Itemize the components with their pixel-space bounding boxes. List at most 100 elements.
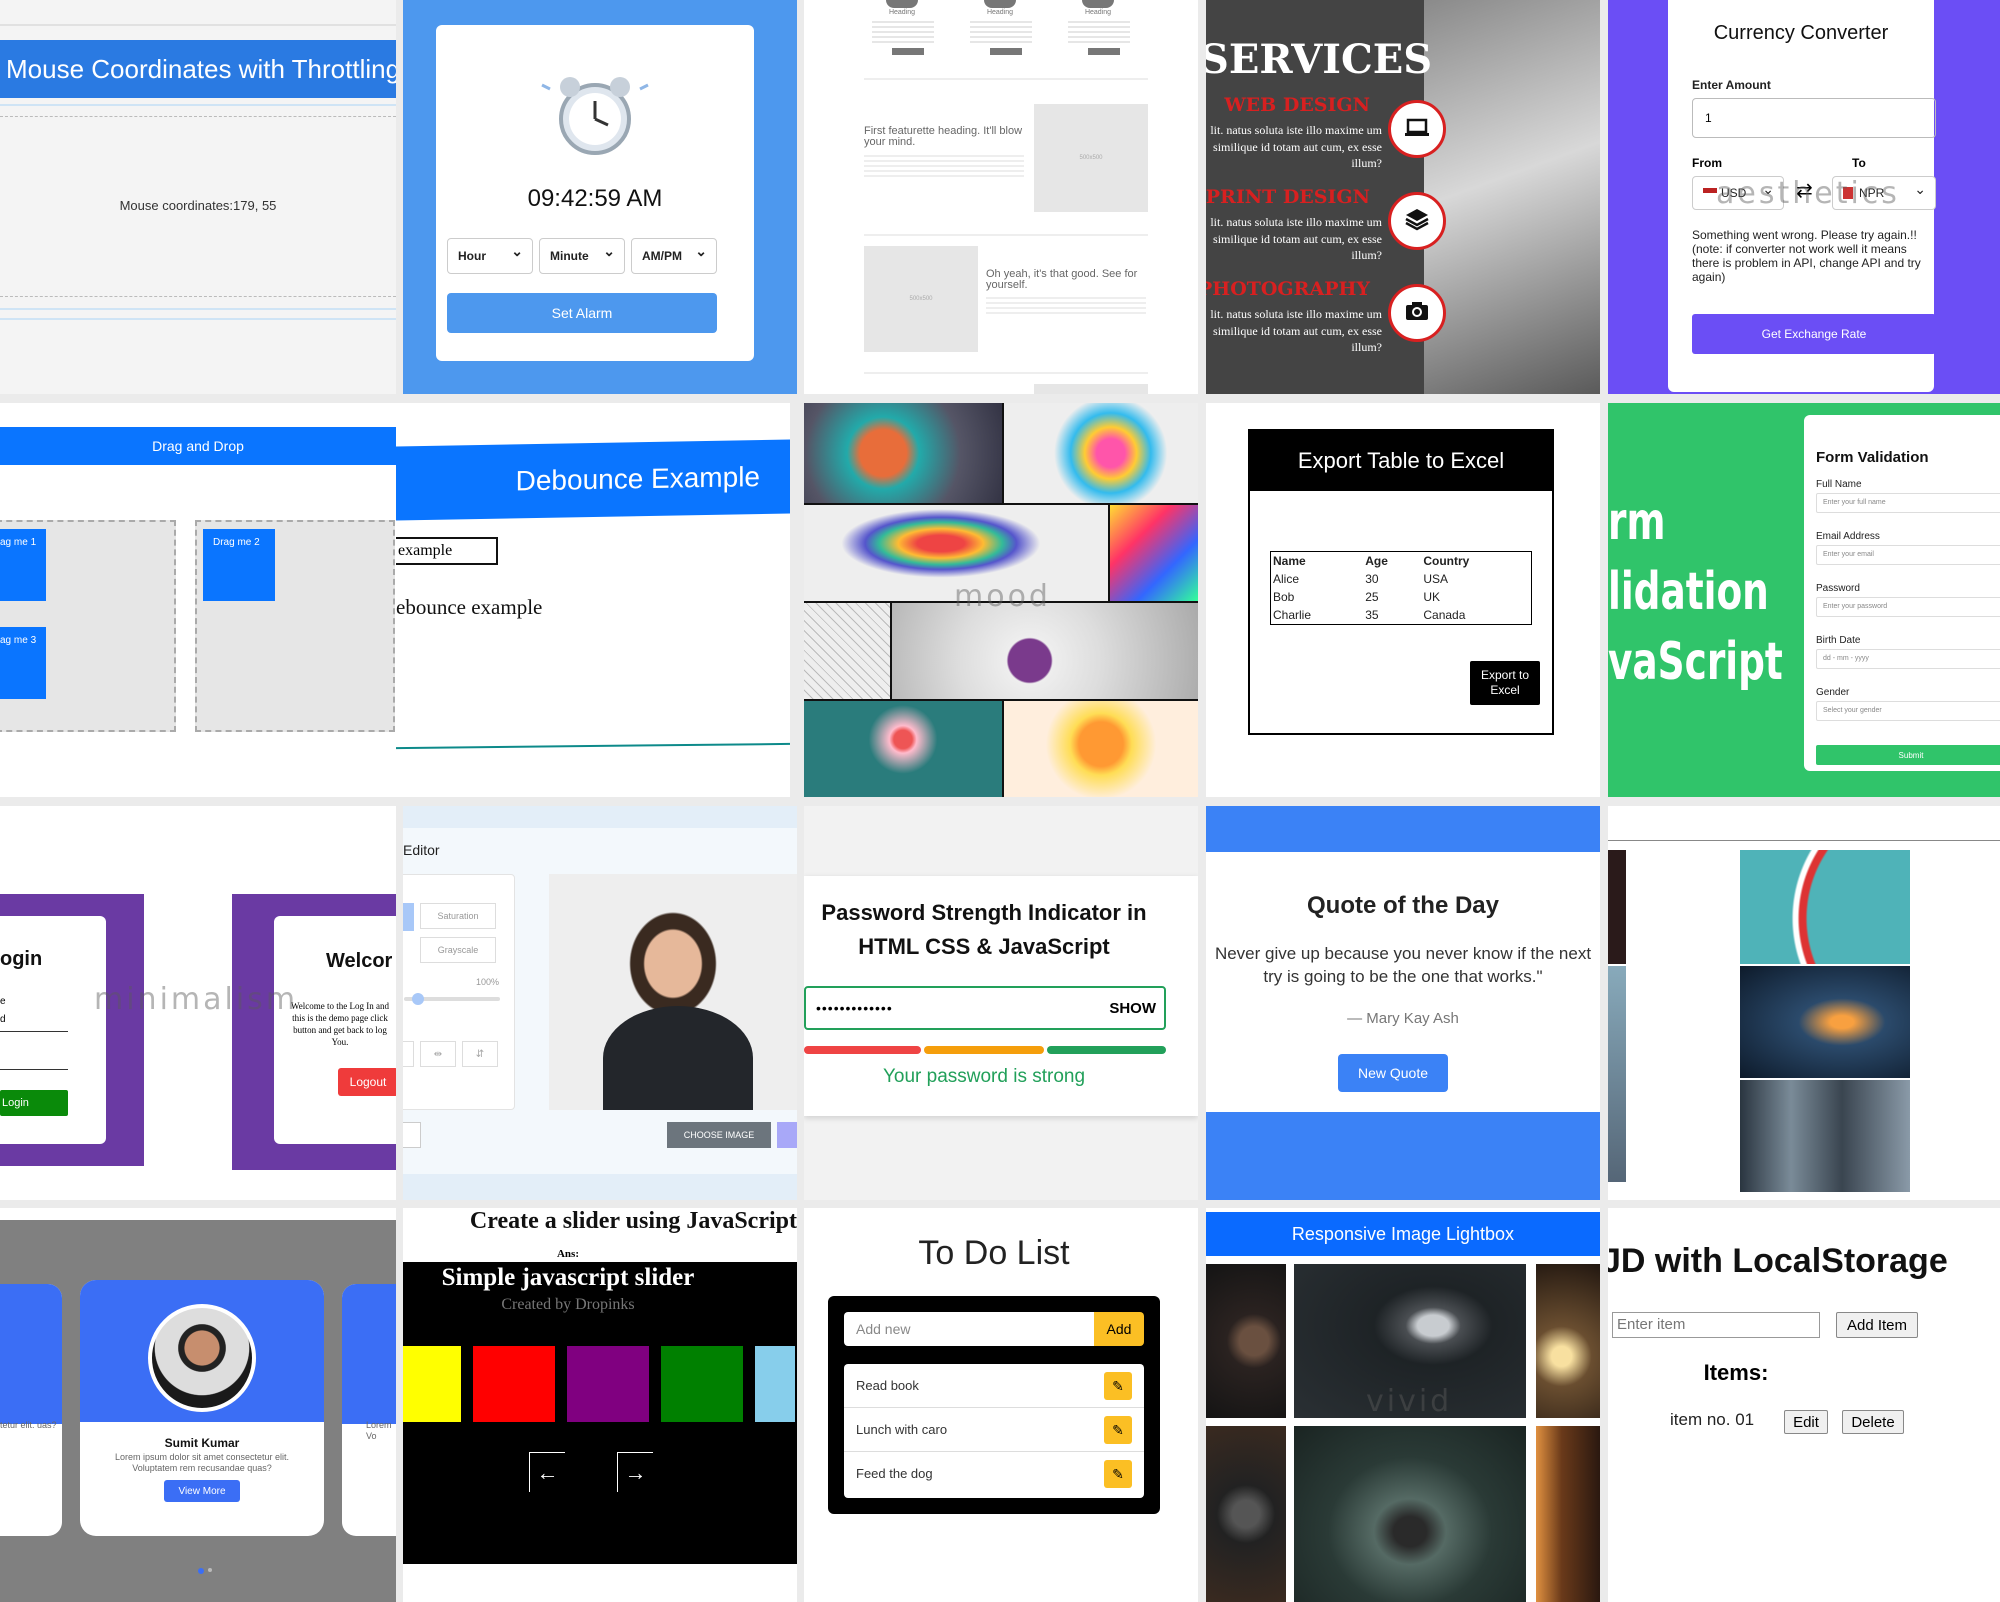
- amount-input[interactable]: 1: [1692, 98, 1936, 138]
- tile-image-lightbox: Responsive Image Lightbox vivid: [1206, 1208, 1600, 1602]
- save-image-button[interactable]: [777, 1122, 797, 1148]
- logout-button[interactable]: Logout: [338, 1068, 396, 1096]
- grayscale-button[interactable]: Grayscale: [420, 937, 496, 963]
- pagination-dot[interactable]: [208, 1568, 212, 1572]
- card-text: Lorem Vo: [366, 1420, 392, 1441]
- camera-icon: [1403, 297, 1431, 330]
- page-title: To Do List: [918, 1234, 1070, 1272]
- ampm-select[interactable]: AM/PM: [631, 238, 717, 274]
- table-cell: UK: [1423, 590, 1441, 604]
- hour-select[interactable]: Hour: [447, 238, 533, 274]
- edit-button[interactable]: Edit: [1784, 1410, 1828, 1434]
- password-input[interactable]: ••••••••••••• SHOW: [804, 986, 1166, 1030]
- view-more-button[interactable]: View More: [164, 1480, 240, 1502]
- password-value: •••••••••••••: [816, 1000, 893, 1016]
- list-item: Read book ✎: [844, 1364, 1144, 1408]
- flip-vertical-button[interactable]: ⇵: [462, 1041, 498, 1067]
- welcome-heading: Welcor: [326, 950, 393, 972]
- page-title: Currency Converter: [1713, 22, 1889, 44]
- tile-password-strength: Password Strength Indicator in HTML CSS …: [804, 806, 1198, 1200]
- table-row: Alice 30 USA: [1271, 570, 1532, 588]
- view-details-button[interactable]: [892, 48, 924, 55]
- reset-button[interactable]: [403, 1122, 421, 1148]
- divider: [1608, 840, 2000, 841]
- add-button[interactable]: Add: [1094, 1312, 1144, 1346]
- form-field[interactable]: Enter your full name: [1816, 493, 2000, 513]
- email-field[interactable]: [0, 1020, 68, 1032]
- submit-button[interactable]: Submit: [1816, 745, 2000, 765]
- service-laptop-icon[interactable]: [1388, 100, 1446, 158]
- welcome-text: Welcome to the Log In and this is the de…: [291, 1001, 389, 1047]
- edit-pencil-icon[interactable]: ✎: [1104, 1460, 1132, 1488]
- add-item-button[interactable]: Add Item: [1836, 1312, 1918, 1338]
- login-button[interactable]: Login: [0, 1090, 68, 1116]
- minute-select[interactable]: Minute: [539, 238, 625, 274]
- laptop-icon: [1403, 113, 1431, 146]
- search-input[interactable]: example: [396, 537, 498, 565]
- new-quote-button[interactable]: New Quote: [1338, 1054, 1448, 1092]
- draggable-item-3[interactable]: ag me 3: [0, 627, 46, 699]
- edit-pencil-icon[interactable]: ✎: [1104, 1372, 1132, 1400]
- strength-bar-weak: [804, 1046, 921, 1054]
- show-password-toggle[interactable]: SHOW: [1109, 1000, 1156, 1017]
- flip-horizontal-button[interactable]: ⇹: [420, 1041, 456, 1067]
- quote-author: — Mary Kay Ash: [1347, 1010, 1459, 1027]
- top-bar: [403, 806, 797, 828]
- set-alarm-button[interactable]: Set Alarm: [447, 293, 717, 333]
- from-label: From: [1692, 156, 1722, 170]
- draggable-item-2[interactable]: Drag me 2: [203, 529, 275, 601]
- bottom-band: [1206, 1112, 1600, 1200]
- rotate-button[interactable]: [403, 1041, 414, 1067]
- arrow-left-icon: ←: [536, 1459, 559, 1485]
- get-exchange-rate-button[interactable]: Get Exchange Rate: [1692, 314, 1936, 354]
- form-field[interactable]: Enter your email: [1816, 545, 2000, 565]
- featurette-heading: Oh yeah, it's that good. See for yoursel…: [986, 268, 1138, 291]
- table-body: Alice 30 USA Bob 25 UK Charlie 35 Canada: [1271, 570, 1532, 625]
- service-layers-icon[interactable]: [1388, 192, 1446, 250]
- form-field[interactable]: dd - mm - yyyy: [1816, 649, 2000, 669]
- form-field[interactable]: Select your gender: [1816, 701, 2000, 721]
- from-currency-select[interactable]: USD: [1692, 176, 1784, 210]
- slider-handle[interactable]: [412, 993, 424, 1005]
- tile-bootstrap-mockup: Heading Heading Heading First featurette…: [804, 0, 1198, 394]
- login-panel: ogin e d Login: [0, 894, 144, 1166]
- view-details-button[interactable]: [990, 48, 1022, 55]
- profile-card-right: Lorem Vo: [342, 1284, 396, 1536]
- view-details-button[interactable]: [1088, 48, 1120, 55]
- prev-button[interactable]: ←: [529, 1452, 565, 1492]
- delete-button[interactable]: Delete: [1842, 1410, 1904, 1434]
- us-flag-icon: [1703, 188, 1717, 198]
- tile-currency-converter: Currency Converter Enter Amount 1 From T…: [1608, 0, 2000, 394]
- profile-card: Sumit Kumar Lorem ipsum dolor sit amet c…: [80, 1280, 324, 1536]
- page-title: Mouse Coordinates with Throttling: [0, 40, 396, 98]
- service-name: PHOTOGRAPHY: [1206, 278, 1370, 300]
- strength-bar-strong: [1047, 1046, 1166, 1054]
- filter-button-active[interactable]: [403, 903, 414, 931]
- draggable-item-1[interactable]: ag me 1: [0, 529, 46, 601]
- avatar: [148, 1304, 256, 1412]
- divider: [0, 24, 396, 26]
- profile-card-left: tetur elit. uas?: [0, 1284, 62, 1536]
- page-title: Drag and Drop: [0, 427, 396, 465]
- service-camera-icon[interactable]: [1388, 284, 1446, 342]
- tile-services: SERVICES WEB DESIGN lit. natus soluta ist…: [1206, 0, 1600, 394]
- export-button[interactable]: Export to Excel: [1470, 661, 1540, 705]
- filter-slider[interactable]: [404, 993, 500, 1005]
- avatar: [984, 0, 1016, 8]
- saturation-button[interactable]: Saturation: [420, 903, 496, 929]
- divider: [396, 742, 790, 750]
- choose-image-button[interactable]: CHOOSE IMAGE: [667, 1122, 771, 1148]
- edit-pencil-icon[interactable]: ✎: [1104, 1416, 1132, 1444]
- next-button[interactable]: →: [617, 1452, 653, 1492]
- pagination-dot-active[interactable]: [198, 1568, 204, 1574]
- card-header: [0, 1284, 62, 1424]
- form-field[interactable]: Enter your password: [1816, 597, 2000, 617]
- add-item-input[interactable]: Add new: [844, 1312, 1094, 1346]
- page-title: Debounce Example: [396, 439, 790, 521]
- to-currency-select[interactable]: NPR: [1832, 176, 1936, 210]
- arrow-right-icon: →: [624, 1459, 647, 1485]
- password-field[interactable]: [0, 1058, 68, 1070]
- item-input[interactable]: Enter item: [1612, 1312, 1820, 1338]
- alarm-clock-icon: [541, 77, 649, 155]
- swap-icon[interactable]: ⇄: [1796, 178, 1813, 203]
